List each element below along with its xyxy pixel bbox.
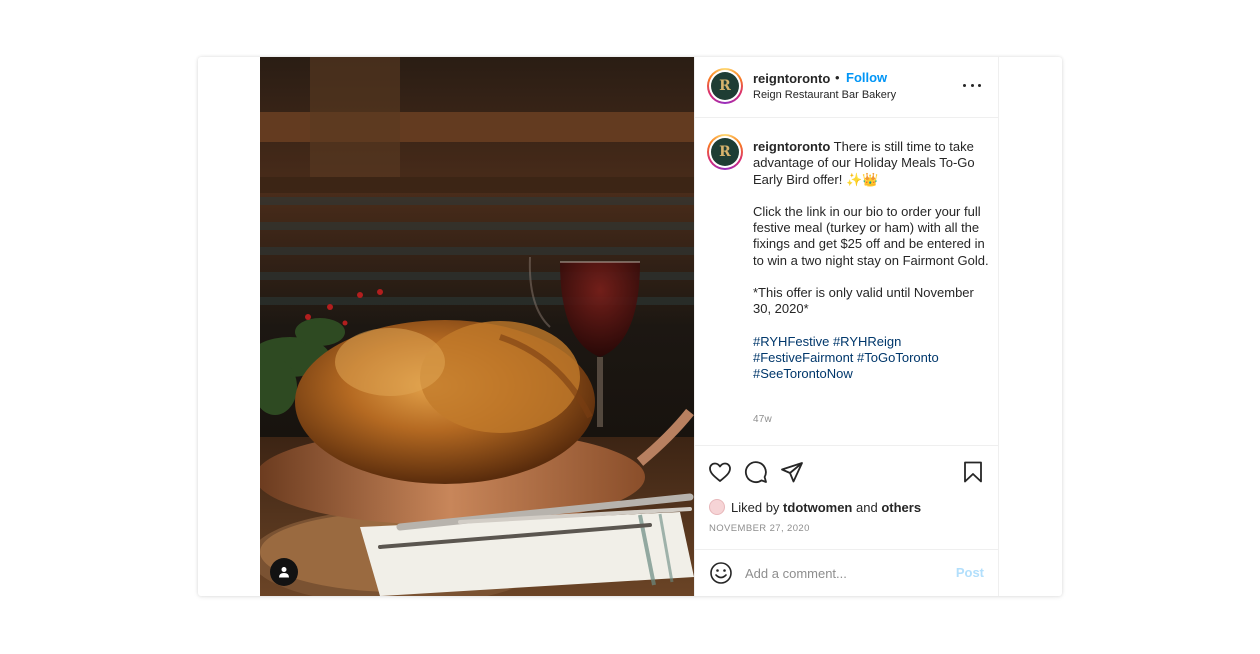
- comment-form: Post: [695, 550, 998, 596]
- header-username[interactable]: reigntoronto: [753, 71, 830, 86]
- caption-username[interactable]: reigntoronto: [753, 139, 830, 154]
- roast-turkey-image: [260, 57, 694, 596]
- liked-by-and: and: [856, 499, 878, 515]
- avatar-logo: R: [711, 138, 739, 166]
- post-header: R reigntoronto • Follow Reign Restaurant…: [695, 57, 998, 118]
- caption-avatar[interactable]: R: [707, 134, 743, 170]
- user-tag-icon[interactable]: [270, 558, 298, 586]
- emoji-smile-icon[interactable]: [709, 561, 733, 585]
- post-photo[interactable]: [260, 57, 694, 596]
- follow-button[interactable]: Follow: [846, 70, 887, 85]
- actions-section: Liked by tdotwomen and others NOVEMBER 2…: [695, 446, 998, 550]
- caption-paragraph2: Click the link in our bio to order your …: [753, 203, 989, 268]
- comment-input[interactable]: [745, 563, 945, 583]
- avatar-logo: R: [711, 72, 739, 100]
- caption-hashtags[interactable]: #RYHFestive #RYHReign #FestiveFairmont #…: [753, 334, 989, 383]
- liked-by-others[interactable]: others: [881, 500, 921, 515]
- header-separator: •: [835, 70, 840, 85]
- liked-by-prefix: Liked by: [731, 499, 780, 515]
- profile-avatar[interactable]: R: [707, 68, 743, 104]
- likes-summary: Liked by tdotwomen and others: [709, 499, 921, 515]
- post-card: R reigntoronto • Follow Reign Restaurant…: [198, 57, 1062, 596]
- bookmark-icon[interactable]: [960, 459, 986, 485]
- post-side-panel: R reigntoronto • Follow Reign Restaurant…: [694, 57, 999, 596]
- paper-plane-icon[interactable]: [779, 459, 805, 485]
- caption-paragraph3: *This offer is only valid until November…: [753, 285, 974, 317]
- post-date[interactable]: NOVEMBER 27, 2020: [709, 523, 810, 534]
- more-options-icon[interactable]: [960, 75, 984, 95]
- location-link[interactable]: Reign Restaurant Bar Bakery: [753, 89, 896, 101]
- time-ago[interactable]: 47w: [753, 414, 772, 425]
- caption-text: reigntoronto There is still time to take…: [753, 139, 989, 383]
- heart-icon[interactable]: [707, 459, 733, 485]
- caption-section: R reigntoronto There is still time to ta…: [695, 118, 998, 446]
- liker-avatar[interactable]: [709, 499, 725, 515]
- comment-icon[interactable]: [743, 459, 769, 485]
- liked-by-user[interactable]: tdotwomen: [783, 500, 852, 515]
- post-comment-button[interactable]: Post: [956, 565, 984, 580]
